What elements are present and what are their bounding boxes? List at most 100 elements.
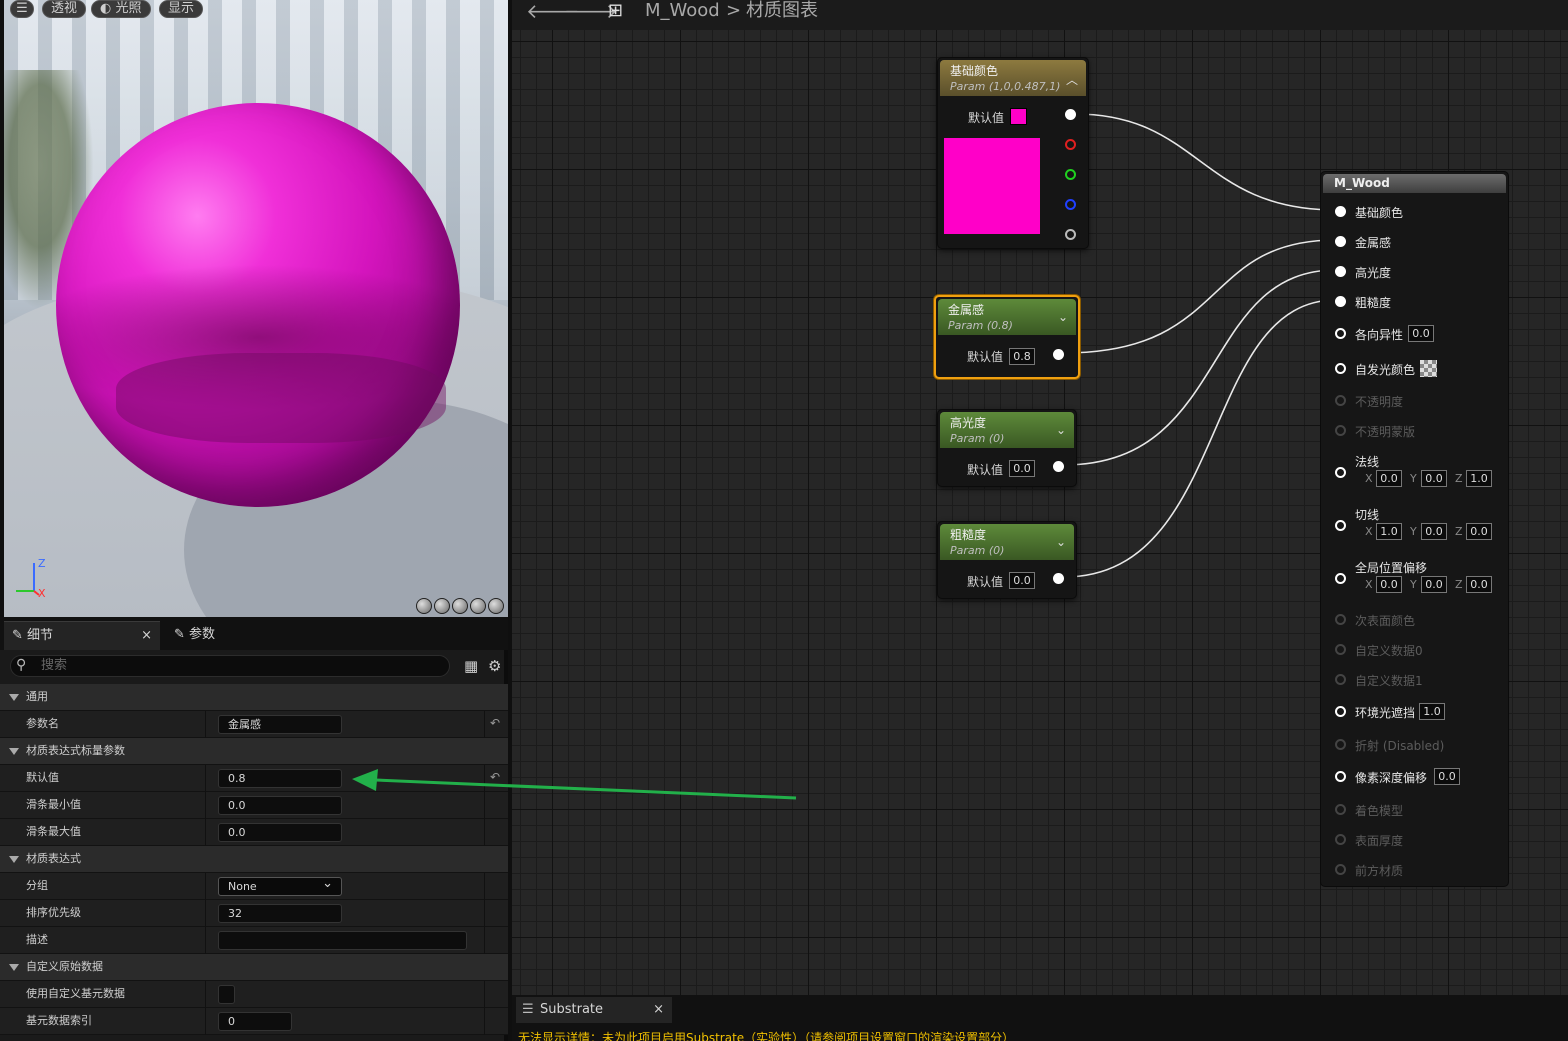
default-value-field[interactable]: 0.0 [1009,460,1035,477]
property-value-field[interactable]: 0.8 [218,769,342,788]
expand-triangle-icon[interactable] [9,856,19,863]
output-pin-rgba[interactable] [1065,109,1076,120]
normal-z-field[interactable]: 1.0 [1466,470,1492,487]
graph-hierarchy-icon[interactable]: ⊞ [608,0,623,22]
node-subtitle: Param (0.8) [948,319,1013,332]
output-pin-a[interactable] [1065,229,1076,240]
chevron-down-icon[interactable]: ⌄ [1056,423,1066,437]
emissive-swatch[interactable] [1420,360,1437,377]
lighting-button[interactable]: ◐ 光照 [91,0,151,18]
close-icon[interactable]: × [653,997,664,1023]
tab-params-label: 参数 [189,627,216,642]
expand-triangle-icon[interactable] [9,748,19,755]
category-header[interactable]: 材质表达式标量参数 [0,738,508,765]
color-swatch-small[interactable] [1010,108,1027,125]
default-value-field[interactable]: 0.0 [1009,572,1035,589]
wpo-z-field[interactable]: 0.0 [1466,576,1492,593]
output-pin-b[interactable] [1065,199,1076,210]
perspective-button[interactable]: 透视 [42,0,87,18]
tangent-z-field[interactable]: 0.0 [1466,523,1492,540]
wpo-y-field[interactable]: 0.0 [1421,576,1447,593]
show-button[interactable]: 显示 [159,0,204,18]
property-row[interactable]: 默认值 0.8 ↶ [0,765,508,792]
normal-x-field[interactable]: 0.0 [1376,470,1402,487]
viewport-menu-button[interactable]: ☰ [10,0,34,18]
tangent-x-field[interactable]: 1.0 [1376,523,1402,540]
cylinder-preview-icon[interactable] [416,598,432,614]
node-roughness[interactable]: 粗糙度 Param (0) ⌄ 默认值 0.0 [937,521,1077,599]
breadcrumb-asset[interactable]: M_Wood [645,0,720,22]
custom-primitive-checkbox[interactable] [218,985,235,1004]
details-panel: ✎ 细节 × ✎ 参数 搜索 ⚲ ▦ ⚙ 通用 参数名 金属感 ↶ 材质表达式标量参数默… [0,617,508,1041]
expand-triangle-icon[interactable] [9,694,19,701]
property-label: 分组 [26,879,48,892]
pencil-icon: ✎ [174,627,185,642]
expand-triangle-icon[interactable] [9,964,19,971]
tab-params[interactable]: ✎ 参数 [166,621,286,650]
tab-substrate[interactable]: ☰ Substrate × [516,997,672,1023]
chevron-down-icon: ⌄ [322,876,333,891]
output-pin[interactable] [1053,573,1064,584]
cube-preview-icon[interactable] [470,598,486,614]
property-row[interactable]: 参数名 金属感 ↶ [0,711,508,738]
primitive-index-field[interactable]: 0 [218,1012,292,1031]
breadcrumb-graph[interactable]: 材质图表 [746,0,818,22]
sphere-preview-icon[interactable] [434,598,450,614]
pdo-value[interactable]: 0.0 [1434,768,1460,785]
wpo-x-field[interactable]: 0.0 [1376,576,1402,593]
chevron-down-icon[interactable]: ⌄ [1056,535,1066,549]
chevron-down-icon[interactable]: ⌄ [1058,310,1068,324]
category-header[interactable]: 材质表达式 [0,846,508,873]
node-base-color[interactable]: 基础颜色 Param (1,0,0.487,1) ︿ 默认值 [937,57,1089,249]
preview-sphere [56,103,460,507]
default-value-label: 默认值 [967,350,1004,364]
property-row[interactable]: 分组 None ⌄ [0,873,508,900]
axis-x-label: X [38,587,46,600]
property-row[interactable]: 滑条最小值 0.0 [0,792,508,819]
property-row[interactable]: 排序优先级 32 [0,900,508,927]
plane-preview-icon[interactable] [452,598,468,614]
category-header[interactable]: 通用 [0,684,508,711]
table-view-icon[interactable]: ▦ [464,657,478,675]
search-input[interactable]: 搜索 [10,655,450,677]
collapse-chevron-icon[interactable]: ︿ [1066,71,1078,88]
normal-y-field[interactable]: 0.0 [1421,470,1447,487]
property-row[interactable]: 滑条最大值 0.0 [0,819,508,846]
property-value-field[interactable]: 32 [218,904,342,923]
property-row[interactable]: 描述 [0,927,508,954]
material-output-node[interactable]: M_Wood 基础颜色 金属感 高光度 粗糙度 各向异性 0.0 自发光颜色 不… [1320,171,1509,887]
material-preview-viewport[interactable]: ☰ 透视 ◐ 光照 显示 Z X [4,0,508,617]
reset-to-default-icon[interactable]: ↶ [490,716,504,730]
property-row[interactable]: 基元数据索引 0 [0,1008,508,1035]
mesh-preview-icon[interactable] [488,598,504,614]
anisotropy-value[interactable]: 0.0 [1408,325,1434,342]
reset-to-default-icon[interactable]: ↶ [490,770,504,784]
output-pin[interactable] [1053,349,1064,360]
node-metallic[interactable]: 金属感 Param (0.8) ⌄ 默认值 0.8 [934,295,1080,379]
group-dropdown[interactable]: None ⌄ [218,876,342,896]
category-label: 材质表达式 [26,852,81,865]
tangent-y-field[interactable]: 0.0 [1421,523,1447,540]
description-field[interactable] [218,931,467,950]
node-title: 基础颜色 [950,64,999,78]
output-node-title: M_Wood [1323,174,1506,193]
breadcrumb-separator: > [726,0,742,21]
category-header[interactable]: 自定义原始数据 [0,954,508,981]
property-value-field[interactable]: 金属感 [218,715,342,734]
property-row[interactable]: 使用自定义基元数据 [0,981,508,1008]
node-specular[interactable]: 高光度 Param (0) ⌄ 默认值 0.0 [937,409,1077,487]
property-value-field[interactable]: 0.0 [218,796,342,815]
graph-toolbar: 🡐 🡒 ⊞ M_Wood > 材质图表 [512,0,1568,30]
ao-value[interactable]: 1.0 [1419,703,1445,720]
property-label: 使用自定义基元数据 [26,987,125,1000]
default-value-field[interactable]: 0.8 [1009,348,1035,365]
node-title: 粗糙度 [950,528,987,542]
output-pin-g[interactable] [1065,169,1076,180]
property-value-field[interactable]: 0.0 [218,823,342,842]
tab-details[interactable]: ✎ 细节 × [4,621,160,650]
output-pin[interactable] [1053,461,1064,472]
settings-gear-icon[interactable]: ⚙ [488,657,501,675]
output-pin-r[interactable] [1065,139,1076,150]
close-icon[interactable]: × [141,622,152,650]
property-label: 基元数据索引 [26,1014,92,1027]
